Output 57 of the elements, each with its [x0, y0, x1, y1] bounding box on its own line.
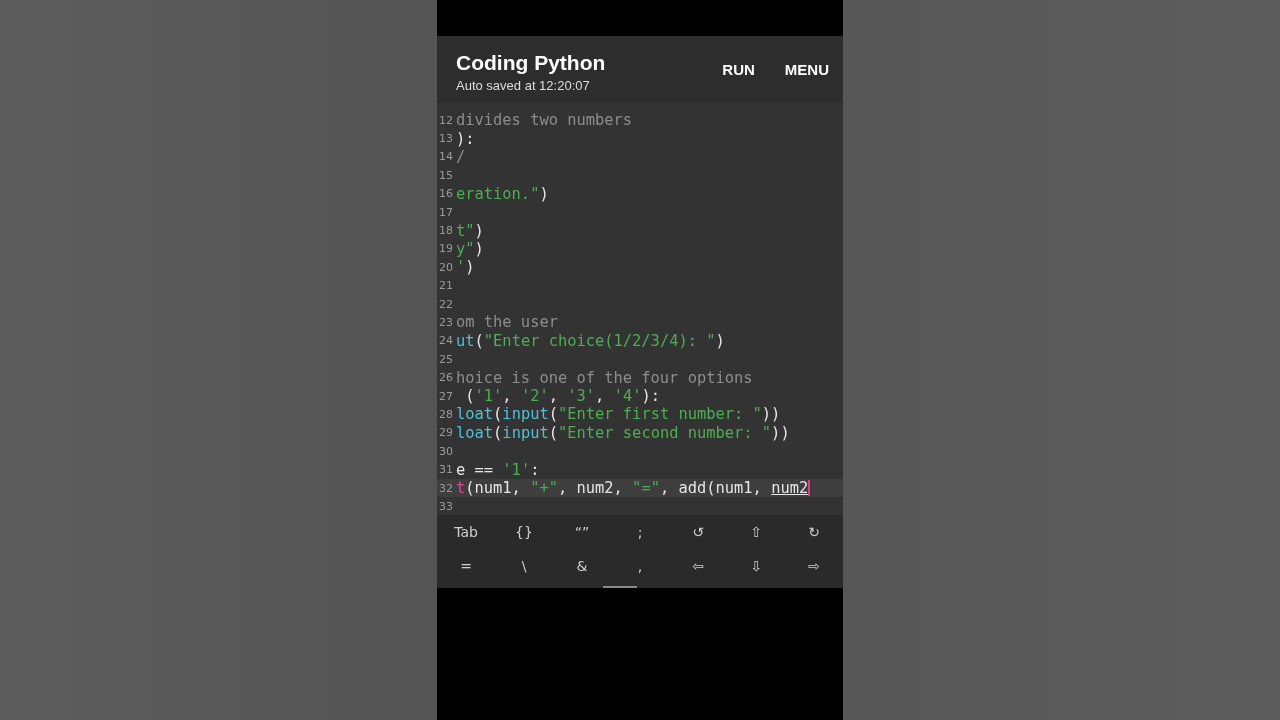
code-line: loat(input("Enter second number: "))	[456, 423, 790, 443]
line-number: 22	[438, 297, 454, 311]
code-line: loat(input("Enter first number: "))	[456, 405, 781, 424]
code-line: e == '1':	[456, 460, 540, 479]
key-button[interactable]: {}	[511, 518, 537, 546]
key-button[interactable]: ⇦	[685, 552, 711, 580]
run-button[interactable]: RUN	[722, 56, 755, 82]
autosave-status: Auto saved at 12:20:07	[456, 78, 591, 93]
key-button[interactable]: ⇩	[743, 552, 769, 580]
key-button[interactable]: ,	[627, 552, 653, 580]
line-number: 32	[438, 481, 454, 495]
key-button[interactable]: ;	[627, 518, 653, 546]
code-line: ):	[456, 129, 475, 148]
line-number: 30	[438, 444, 454, 458]
code-line: t(num1, "+", num2, "=", add(num1, num2	[456, 478, 809, 498]
app-title: Coding Python	[456, 51, 607, 75]
code-line: ')	[456, 258, 475, 277]
key-button[interactable]: Tab	[453, 518, 479, 546]
key-button[interactable]: =	[453, 552, 479, 580]
line-number: 25	[438, 352, 454, 366]
scroll-indicator	[603, 586, 637, 588]
code-line: y")	[456, 239, 484, 259]
code-line: t")	[456, 221, 484, 240]
line-number: 13	[438, 132, 454, 146]
line-number: 19	[438, 242, 454, 256]
key-button[interactable]: ↺	[685, 518, 711, 546]
key-button[interactable]: ⇧	[743, 518, 769, 546]
key-button[interactable]: &	[569, 552, 595, 580]
menu-button[interactable]: MENU	[784, 56, 829, 82]
line-number: 23	[438, 316, 454, 329]
line-number: 15	[438, 168, 454, 182]
line-number: 24	[438, 334, 454, 348]
code-line: eration.")	[456, 184, 549, 203]
line-number: 17	[438, 205, 454, 219]
key-button[interactable]: “”	[569, 518, 595, 546]
key-button[interactable]: ↻	[801, 518, 827, 546]
line-number: 26	[438, 371, 454, 385]
line-number: 21	[438, 279, 454, 293]
line-number: 27	[438, 389, 454, 403]
line-number: 29	[438, 426, 454, 440]
line-number: 12	[438, 113, 454, 127]
code-line: /	[456, 147, 466, 167]
code-line: divides two numbers	[456, 111, 633, 130]
code-line: hoice is one of the four options	[456, 368, 753, 387]
line-number: 14	[438, 150, 454, 164]
code-line: om the user	[456, 313, 558, 332]
text-cursor	[808, 480, 811, 496]
code-line: ut("Enter choice(1/2/3/4): ")	[456, 331, 725, 351]
line-number: 33	[438, 499, 454, 513]
line-number: 20	[438, 260, 454, 274]
key-button[interactable]: ⇨	[801, 552, 827, 580]
line-number: 18	[438, 224, 454, 238]
line-number: 16	[438, 187, 454, 201]
code-line: ('1', '2', '3', '4'):	[464, 386, 660, 406]
line-number: 28	[438, 407, 454, 421]
line-number: 31	[438, 463, 454, 477]
key-button[interactable]: \	[511, 552, 537, 580]
